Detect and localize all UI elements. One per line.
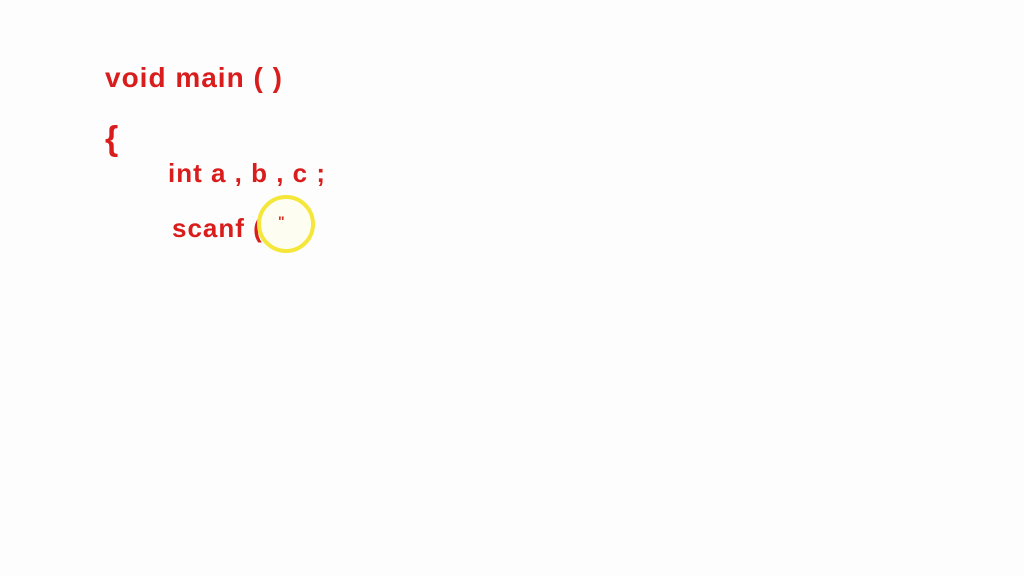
code-line-3: int a , b , c ;: [168, 158, 326, 189]
code-line-4: scanf (: [172, 213, 263, 244]
code-line-2-brace: {: [105, 120, 118, 159]
code-line-1: void main ( ): [105, 62, 283, 94]
quote-mark: ": [278, 213, 285, 229]
cursor-highlight-circle: [257, 195, 315, 253]
